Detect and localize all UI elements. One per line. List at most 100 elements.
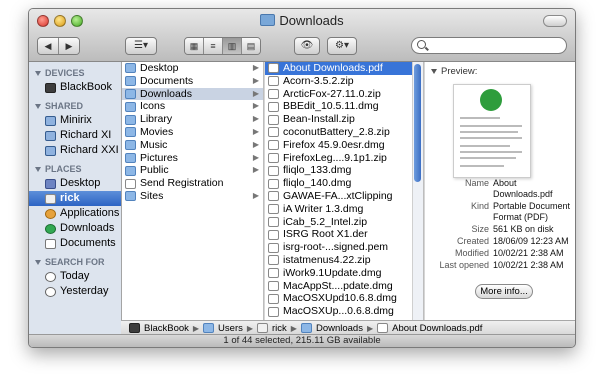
list-item-label: MacOSXUpd10.6.8.dmg: [283, 292, 397, 305]
path-segment[interactable]: rick: [257, 323, 287, 334]
sidebar-item-desktop[interactable]: Desktop: [29, 176, 121, 191]
sidebar-section-shared[interactable]: SHARED: [35, 101, 121, 111]
sidebar-item-today[interactable]: Today: [29, 269, 121, 284]
list-item[interactable]: fliqlo_133.dmg: [265, 164, 423, 177]
list-item-label: Library: [140, 113, 173, 126]
sidebar-item-documents[interactable]: Documents: [29, 236, 121, 251]
disclosure-triangle-icon: [35, 259, 41, 265]
sidebar-section-title: SHARED: [45, 101, 84, 111]
list-item[interactable]: ISRG Root X1.der: [265, 228, 423, 241]
list-item[interactable]: Desktop ▶: [122, 62, 263, 75]
scrollbar-thumb[interactable]: [414, 64, 421, 182]
path-segment-label: BlackBook: [144, 322, 189, 334]
quick-look-button[interactable]: 👁: [294, 37, 320, 55]
arrange-button[interactable]: ☰▾: [125, 37, 157, 55]
file-icon: [268, 306, 279, 317]
list-item-label: Icons: [140, 100, 166, 113]
list-item[interactable]: Pictures ▶: [122, 152, 263, 165]
sidebar-item-blackbook[interactable]: BlackBook: [29, 80, 121, 95]
list-item[interactable]: Send Registration: [122, 177, 263, 190]
hard-drive-icon: [129, 323, 140, 333]
list-item[interactable]: Sites ▶: [122, 190, 263, 203]
list-item[interactable]: Icons ▶: [122, 100, 263, 113]
list-item[interactable]: iCab_5.2_Intel.zip: [265, 216, 423, 229]
list-item[interactable]: iA Writer 1.3.dmg: [265, 203, 423, 216]
info-key: Size: [471, 224, 489, 234]
list-view-icon[interactable]: ≡: [204, 38, 223, 54]
more-info-button[interactable]: More info...: [475, 284, 533, 299]
search-input[interactable]: [411, 37, 567, 54]
list-item[interactable]: Public ▶: [122, 164, 263, 177]
file-info: Name About Downloads.pdf Kind Portable Docu…: [425, 178, 575, 272]
sidebar-item-richard-xxi[interactable]: Richard XXI: [29, 143, 121, 158]
file-icon: [268, 88, 279, 99]
sidebar-item-label: BlackBook: [60, 81, 112, 93]
sidebar-item-applications[interactable]: Applications: [29, 206, 121, 221]
info-value: 18/06/09 12:23 AM: [493, 236, 569, 246]
chevron-right-icon: ▶: [290, 323, 297, 333]
file-icon: [268, 165, 279, 176]
list-item[interactable]: isrg-root-...signed.pem: [265, 241, 423, 254]
toolbar-toggle-button[interactable]: [543, 15, 567, 27]
path-segment[interactable]: About Downloads.pdf: [377, 323, 482, 334]
icon-view-icon[interactable]: ▦: [185, 38, 204, 54]
list-item-label: FirefoxLeg....9.1p1.zip: [283, 151, 387, 164]
list-item[interactable]: Movies ▶: [122, 126, 263, 139]
disclosure-triangle-icon: [35, 166, 41, 172]
forward-button[interactable]: ▶: [59, 38, 79, 54]
info-key: Created: [456, 236, 489, 246]
list-item[interactable]: iWork9.1Update.dmg: [265, 267, 423, 280]
sidebar-section-places[interactable]: PLACES: [35, 164, 121, 174]
list-item-label: ISRG Root X1.der: [283, 228, 368, 241]
list-item[interactable]: Music ▶: [122, 139, 263, 152]
sidebar-item-rick[interactable]: rick: [29, 191, 121, 206]
list-item[interactable]: MacAppSt....pdate.dmg: [265, 280, 423, 293]
sidebar-item-richard-xi[interactable]: Richard XI: [29, 128, 121, 143]
sidebar-item-yesterday[interactable]: Yesterday: [29, 284, 121, 299]
list-item[interactable]: GAWAE-FA...xtClipping: [265, 190, 423, 203]
file-icon: [268, 76, 279, 87]
file-icon: [268, 293, 279, 304]
column-view-icon[interactable]: ▥: [223, 38, 242, 54]
list-item[interactable]: MacOSXUpd10.6.8.dmg: [265, 292, 423, 305]
list-item[interactable]: fliqlo_140.dmg: [265, 177, 423, 190]
vertical-scrollbar[interactable]: [412, 62, 423, 320]
list-item[interactable]: ArcticFox-27.11.0.zip: [265, 88, 423, 101]
list-item[interactable]: MacOSXUp...0.6.8.dmg: [265, 305, 423, 318]
documents-icon: [45, 238, 56, 249]
list-item[interactable]: coconutBattery_2.8.zip: [265, 126, 423, 139]
list-item[interactable]: FirefoxLeg....9.1p1.zip: [265, 152, 423, 165]
sidebar-item-downloads[interactable]: Downloads: [29, 221, 121, 236]
sidebar-section-search-for[interactable]: SEARCH FOR: [35, 257, 121, 267]
list-item[interactable]: Documents ▶: [122, 75, 263, 88]
path-segment-label: rick: [272, 322, 287, 334]
list-item[interactable]: About Downloads.pdf: [265, 62, 423, 75]
path-segment[interactable]: Users: [203, 323, 243, 334]
document-icon: [125, 178, 136, 189]
path-segment[interactable]: Downloads: [300, 323, 363, 334]
list-item[interactable]: Acorn-3.5.2.zip: [265, 75, 423, 88]
sidebar-item-label: Yesterday: [60, 285, 109, 297]
sidebar-item-label: Applications: [60, 207, 120, 219]
folder-icon: [125, 127, 136, 138]
chevron-right-icon: ▶: [252, 114, 259, 124]
list-item[interactable]: Library ▶: [122, 113, 263, 126]
action-gear-button[interactable]: ⚙▾: [327, 37, 357, 55]
list-item[interactable]: BBEdit_10.5.11.dmg: [265, 100, 423, 113]
sidebar-section-devices[interactable]: DEVICES: [35, 68, 121, 78]
folder-icon: [125, 114, 136, 125]
home-icon: [45, 193, 56, 204]
list-item-label: Documents: [140, 74, 194, 87]
info-key: Name: [464, 178, 489, 188]
list-item-label: istatmenus4.22.zip: [283, 253, 371, 266]
list-item[interactable]: Downloads ▶: [122, 87, 263, 101]
sidebar-item-label: Richard XXI: [60, 144, 119, 156]
list-item[interactable]: Firefox 45.9.0esr.dmg: [265, 139, 423, 152]
preview-pane: Preview: Name About Downloads.pdf Kind Port…: [425, 62, 575, 320]
sidebar-item-minirix[interactable]: Minirix: [29, 113, 121, 128]
back-button[interactable]: ◀: [38, 38, 59, 54]
list-item[interactable]: Bean-Install.zip: [265, 113, 423, 126]
list-item[interactable]: istatmenus4.22.zip: [265, 254, 423, 267]
coverflow-view-icon[interactable]: ▤: [242, 38, 260, 54]
path-segment[interactable]: BlackBook: [129, 323, 189, 334]
